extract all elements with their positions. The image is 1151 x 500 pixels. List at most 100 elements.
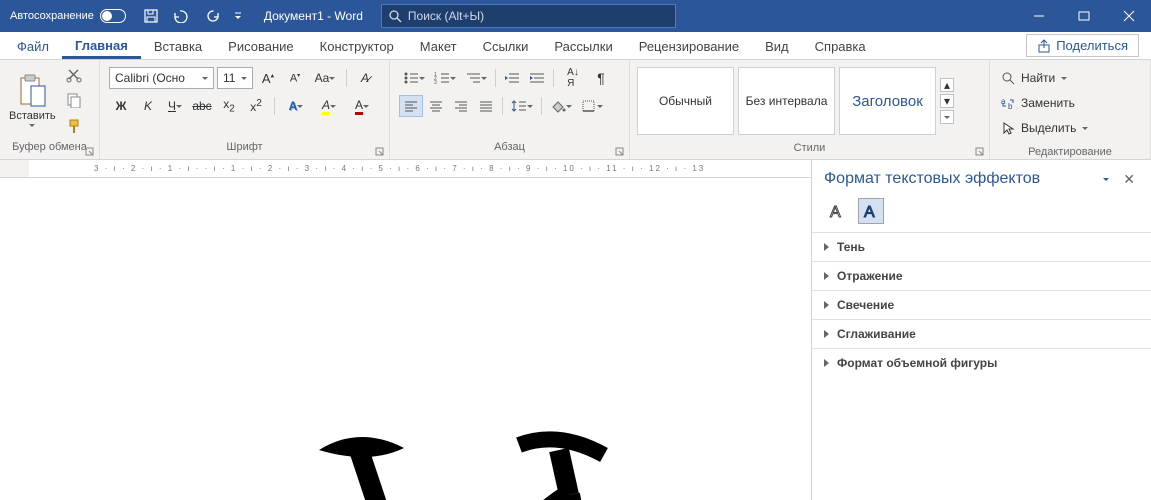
clear-formatting-button[interactable]: A̷ <box>353 67 377 89</box>
undo-icon[interactable] <box>172 9 192 23</box>
document-area: 3 · ı · 2 · ı · 1 · ı · · ı · 1 · ı · 2 … <box>0 160 1151 500</box>
style-no-spacing[interactable]: Без интервала <box>738 67 835 135</box>
grow-font-button[interactable]: A▴ <box>256 67 280 89</box>
autosave-control[interactable]: Автосохранение <box>0 9 136 23</box>
cut-button[interactable] <box>63 64 85 86</box>
font-launcher-icon[interactable] <box>375 147 385 157</box>
paragraph-launcher-icon[interactable] <box>615 147 625 157</box>
find-button[interactable]: Найти <box>1001 67 1088 89</box>
highlight-button[interactable]: A <box>314 95 344 117</box>
close-pane-button[interactable]: ✕ <box>1119 171 1139 188</box>
justify-button[interactable] <box>474 95 498 117</box>
save-icon[interactable] <box>144 9 158 23</box>
group-clipboard: Вставить Буфер обмена <box>0 60 100 159</box>
paste-icon <box>17 74 47 108</box>
select-button[interactable]: Выделить <box>1001 117 1088 139</box>
chevron-down-icon <box>202 77 208 80</box>
tab-home[interactable]: Главная <box>62 32 141 59</box>
font-name-combo[interactable]: Calibri (Осно <box>109 67 214 89</box>
multilevel-button[interactable] <box>461 67 491 89</box>
svg-text:A: A <box>864 204 875 220</box>
expand-icon <box>824 359 829 367</box>
tab-design[interactable]: Конструктор <box>307 33 407 59</box>
style-normal[interactable]: Обычный <box>637 67 734 135</box>
tab-insert[interactable]: Вставка <box>141 33 215 59</box>
expand-icon <box>824 330 829 338</box>
decrease-indent-button[interactable] <box>500 67 524 89</box>
font-size-combo[interactable]: 11 <box>217 67 253 89</box>
increase-indent-button[interactable] <box>525 67 549 89</box>
align-center-button[interactable] <box>424 95 448 117</box>
styles-launcher-icon[interactable] <box>975 147 985 157</box>
chevron-down-icon <box>241 77 247 80</box>
italic-button[interactable]: K <box>136 95 160 117</box>
autosave-toggle-icon[interactable] <box>100 9 126 23</box>
search-box[interactable]: Поиск (Alt+Ы) <box>381 4 676 28</box>
document-canvas[interactable] <box>29 178 811 500</box>
text-effects-button[interactable]: A <box>281 95 311 117</box>
section-glow[interactable]: Свечение <box>812 290 1151 319</box>
borders-button[interactable] <box>577 95 607 117</box>
group-styles: Обычный Без интервала Заголовок ▴ ▾ Стил… <box>630 60 990 159</box>
subscript-button[interactable]: x2 <box>217 95 241 117</box>
tab-draw[interactable]: Рисование <box>215 33 306 59</box>
brush-icon <box>66 118 82 134</box>
tab-review[interactable]: Рецензирование <box>626 33 752 59</box>
superscript-icon: x2 <box>250 98 262 114</box>
clipboard-launcher-icon[interactable] <box>85 147 95 157</box>
ribbon-tabs: Файл Главная Вставка Рисование Конструкт… <box>0 32 1151 60</box>
maximize-button[interactable] <box>1061 0 1106 32</box>
shrink-font-button[interactable]: A▾ <box>283 67 307 89</box>
vertical-ruler[interactable] <box>0 178 29 500</box>
scroll-up-icon[interactable]: ▴ <box>940 78 954 92</box>
group-label-styles: Стили <box>630 142 989 159</box>
shading-button[interactable] <box>546 95 576 117</box>
section-reflection[interactable]: Отражение <box>812 261 1151 290</box>
align-left-button[interactable] <box>399 95 423 117</box>
tab-view[interactable]: Вид <box>752 33 802 59</box>
bold-button[interactable]: Ж <box>109 95 133 117</box>
align-right-button[interactable] <box>449 95 473 117</box>
section-shadow[interactable]: Тень <box>812 232 1151 261</box>
format-painter-button[interactable] <box>63 115 85 137</box>
sort-button[interactable]: А↓Я <box>558 67 588 89</box>
tab-help[interactable]: Справка <box>802 33 879 59</box>
horizontal-ruler[interactable]: 3 · ı · 2 · ı · 1 · ı · · ı · 1 · ı · 2 … <box>29 160 811 178</box>
section-soft-edges[interactable]: Сглаживание <box>812 319 1151 348</box>
eraser-icon: A̷ <box>361 71 369 85</box>
change-case-button[interactable]: Aa <box>310 67 340 89</box>
share-button[interactable]: Поделиться <box>1026 34 1139 57</box>
section-3d-format[interactable]: Формат объемной фигуры <box>812 348 1151 377</box>
pane-menu-icon[interactable] <box>1103 178 1109 181</box>
close-button[interactable] <box>1106 0 1151 32</box>
underline-button[interactable]: Ч <box>163 95 187 117</box>
qat-dropdown-icon[interactable] <box>234 11 242 21</box>
bullets-button[interactable] <box>399 67 429 89</box>
text-effects-tab[interactable]: A <box>858 198 884 224</box>
font-color-button[interactable]: A <box>347 95 377 117</box>
line-spacing-button[interactable] <box>507 95 537 117</box>
text-fill-outline-tab[interactable]: A <box>824 198 850 224</box>
line-spacing-icon <box>511 99 527 113</box>
copy-button[interactable] <box>63 89 85 111</box>
style-heading[interactable]: Заголовок <box>839 67 936 135</box>
strikethrough-button[interactable]: abc <box>190 95 214 117</box>
highlight-icon: A <box>322 98 330 115</box>
show-marks-button[interactable]: ¶ <box>589 67 613 89</box>
paste-button[interactable]: Вставить <box>5 63 60 138</box>
tab-mailings[interactable]: Рассылки <box>541 33 625 59</box>
numbering-button[interactable]: 123 <box>430 67 460 89</box>
tab-file[interactable]: Файл <box>4 33 62 59</box>
bicycle-image[interactable] <box>259 430 689 500</box>
replace-button[interactable]: abЗаменить <box>1001 92 1088 114</box>
superscript-button[interactable]: x2 <box>244 95 268 117</box>
tab-references[interactable]: Ссылки <box>470 33 542 59</box>
tab-layout[interactable]: Макет <box>407 33 470 59</box>
shrink-font-icon: A▾ <box>290 72 300 85</box>
redo-icon[interactable] <box>206 9 220 23</box>
expand-gallery-icon[interactable] <box>940 110 954 124</box>
scissors-icon <box>66 67 82 83</box>
styles-gallery-scroll[interactable]: ▴ ▾ <box>938 63 956 139</box>
scroll-down-icon[interactable]: ▾ <box>940 94 954 108</box>
minimize-button[interactable] <box>1016 0 1061 32</box>
